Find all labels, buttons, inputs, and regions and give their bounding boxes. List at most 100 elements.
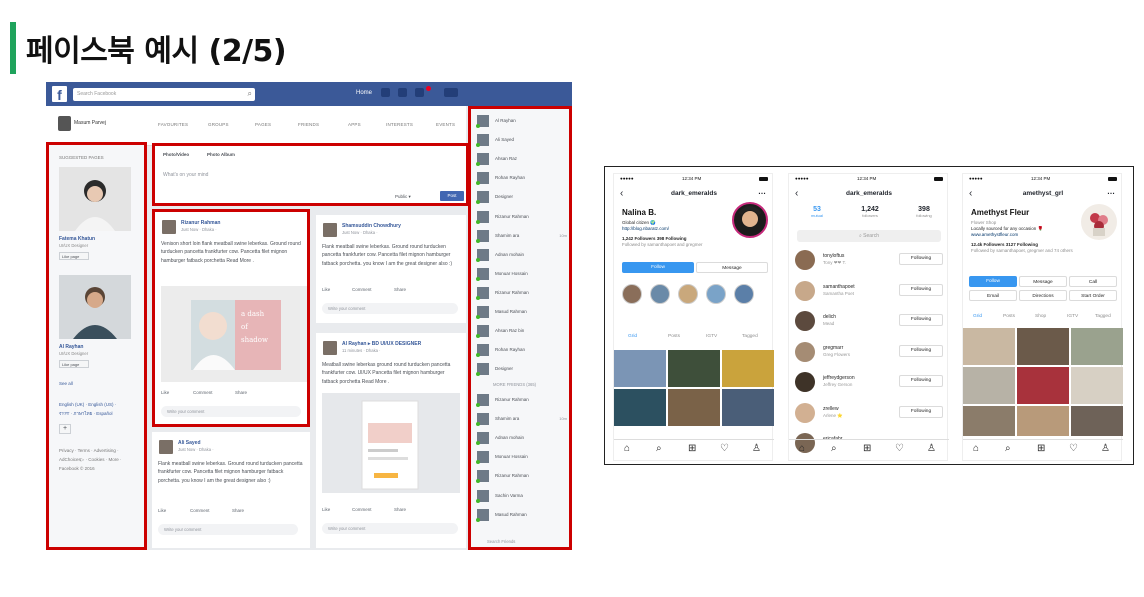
tab-posts[interactable]: Posts: [668, 334, 680, 339]
friend-item[interactable]: Ali Sayed: [476, 134, 569, 149]
friend-name[interactable]: Ahsan Raz: [495, 156, 517, 161]
avatar[interactable]: [795, 250, 815, 270]
comment-input[interactable]: Write your comment: [322, 523, 458, 534]
see-all-link[interactable]: See all: [59, 380, 73, 387]
friend-name[interactable]: Rizanur Rahman: [495, 214, 529, 219]
friend-item[interactable]: Masud Rahman: [476, 508, 569, 524]
story-highlight[interactable]: [650, 284, 670, 304]
avatar[interactable]: [323, 223, 337, 237]
friend-name[interactable]: Shamim ara: [495, 416, 519, 421]
friend-item[interactable]: Designer: [476, 191, 569, 206]
message-button[interactable]: Message: [1019, 276, 1067, 287]
tab-photo-video[interactable]: Photo/Video: [163, 152, 189, 157]
comment-input[interactable]: Write your comment: [161, 406, 301, 417]
facebook-search-input[interactable]: Search Facebook ⌕: [73, 88, 255, 101]
notifications-icon[interactable]: [415, 88, 424, 97]
grid-photo[interactable]: [614, 350, 666, 387]
email-button[interactable]: Email: [969, 290, 1017, 301]
post-image[interactable]: [322, 393, 460, 493]
friend-name[interactable]: Designer: [495, 366, 513, 371]
more-icon[interactable]: …: [1107, 184, 1115, 200]
start-order-button[interactable]: Start Order: [1069, 290, 1117, 301]
tab-tagged[interactable]: Tagged: [742, 334, 758, 339]
friend-item[interactable]: Ahsan Raz: [476, 153, 569, 168]
share-button[interactable]: Share: [232, 508, 244, 513]
grid-photo[interactable]: [963, 328, 1015, 365]
friend-name[interactable]: Rohan Rayhan: [495, 175, 525, 180]
friend-item[interactable]: Masud Rahman: [476, 306, 569, 321]
privacy-selector[interactable]: Public ▾: [395, 194, 411, 200]
tab-pages[interactable]: PAGES: [255, 122, 271, 127]
friend-name[interactable]: Rizanur Rahman: [495, 290, 529, 295]
profile-link[interactable]: http://blog.nbaratz.com/: [622, 226, 669, 232]
like-button[interactable]: Like: [158, 508, 166, 513]
user-avatar[interactable]: [58, 116, 71, 131]
friend-item[interactable]: Al Rayhan: [476, 115, 569, 130]
tab-favourites[interactable]: FAVOURITES: [158, 122, 188, 127]
follower-row[interactable]: jeffreydgerson Jeffrey Gerson Following: [793, 372, 945, 396]
tab-interests[interactable]: INTERESTS: [386, 122, 413, 127]
avatar[interactable]: [159, 440, 173, 454]
add-post-icon[interactable]: ⊞: [688, 443, 696, 454]
user-name[interactable]: Masum Parvej: [74, 120, 106, 126]
friend-item[interactable]: Shamim ara 10m: [476, 413, 569, 428]
grid-photo[interactable]: [1017, 367, 1069, 404]
friend-name[interactable]: Masud Rahman: [495, 512, 527, 517]
message-button[interactable]: Message: [696, 262, 768, 273]
friend-item[interactable]: Rizanur Rahman: [476, 470, 569, 485]
composer-input[interactable]: What's on your mind: [163, 172, 208, 178]
footer-links[interactable]: Privacy · Terms · Advertising ·: [59, 447, 119, 454]
comment-button[interactable]: Comment: [190, 508, 210, 513]
post-button[interactable]: Post: [440, 191, 464, 201]
friend-item[interactable]: Ahsan Raz bin: [476, 325, 569, 340]
post-author[interactable]: Rizanur Rahman: [181, 220, 220, 226]
following-button[interactable]: Following: [899, 405, 943, 418]
grid-photo[interactable]: [1071, 367, 1123, 404]
mutual-tab[interactable]: 53 mutual: [805, 206, 829, 218]
friend-item[interactable]: Rizanur Rahman: [476, 210, 569, 226]
post-image[interactable]: a dash of shadow: [161, 286, 307, 382]
follower-row[interactable]: delich Mead Following: [793, 311, 945, 335]
story-highlight[interactable]: [678, 284, 698, 304]
tab-igtv[interactable]: IGTV: [706, 334, 717, 339]
grid-photo[interactable]: [1017, 328, 1069, 365]
post-author[interactable]: Ali Sayed: [178, 440, 201, 446]
tab-igtv[interactable]: IGTV: [1067, 314, 1078, 319]
tab-photo-album[interactable]: Photo Album: [207, 152, 235, 157]
friend-item[interactable]: Adnan mohain: [476, 432, 569, 447]
friend-name[interactable]: Shamim ara: [495, 233, 519, 238]
more-icon[interactable]: …: [758, 184, 766, 200]
friend-item[interactable]: Monuar Hossain: [476, 267, 569, 283]
avatar[interactable]: [323, 341, 337, 355]
follower-username[interactable]: zrellew: [823, 406, 839, 412]
avatar[interactable]: [732, 202, 768, 238]
avatar[interactable]: [162, 220, 176, 234]
grid-photo[interactable]: [722, 350, 774, 387]
follower-username[interactable]: tonyloftus: [823, 253, 844, 259]
comment-button[interactable]: Comment: [352, 507, 372, 512]
back-icon[interactable]: ‹: [620, 186, 623, 202]
followed-by[interactable]: Followed by samanthapoet, gregmer and 74…: [971, 248, 1073, 254]
post-author-name[interactable]: Al Rayhan: [342, 341, 366, 347]
friend-requests-icon[interactable]: [381, 88, 390, 97]
friend-item[interactable]: Monuar Hossain: [476, 451, 569, 466]
follower-row[interactable]: zrellew Arlene ⭐ Following: [793, 402, 945, 427]
following-button[interactable]: Following: [899, 314, 943, 326]
search-icon[interactable]: ⌕: [1005, 443, 1011, 454]
grid-photo[interactable]: [614, 389, 666, 426]
back-icon[interactable]: ‹: [795, 186, 798, 202]
avatar[interactable]: [795, 311, 815, 331]
follower-row[interactable]: tonyloftus Tony ❤❤ T. Following: [793, 250, 945, 274]
friend-name[interactable]: Adnan mohain: [495, 252, 524, 257]
messages-icon[interactable]: [398, 88, 407, 97]
story-highlight[interactable]: [734, 284, 754, 304]
tab-groups[interactable]: GROUPS: [208, 122, 229, 127]
add-post-icon[interactable]: ⊞: [863, 443, 871, 454]
friend-name[interactable]: Rohan Rayhan: [495, 347, 525, 352]
grid-photo[interactable]: [722, 389, 774, 426]
shared-group[interactable]: ▸ BD UI/UX DESIGNER: [368, 341, 421, 347]
follower-username[interactable]: jeffreydgerson: [823, 375, 855, 381]
like-button[interactable]: Like: [322, 507, 330, 512]
share-button[interactable]: Share: [235, 390, 247, 395]
post-author[interactable]: Al Rayhan ▸ BD UI/UX DESIGNER: [342, 341, 421, 347]
